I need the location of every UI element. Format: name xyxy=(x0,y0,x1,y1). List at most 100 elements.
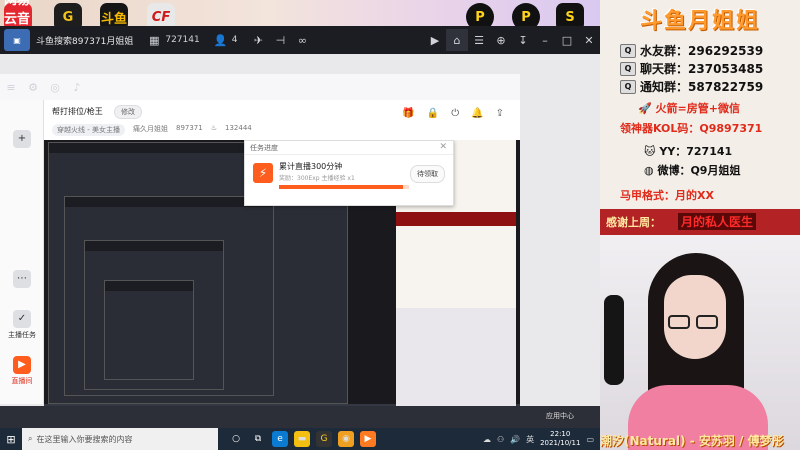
douyu-taskbar-icon[interactable]: ◉ xyxy=(338,431,354,447)
sidebar-item-room[interactable]: ▶ 直播间 xyxy=(0,356,44,386)
claim-button[interactable]: 待领取 xyxy=(410,165,445,183)
edit-title-button[interactable]: 修改 xyxy=(114,105,142,119)
taskbar-search[interactable]: ⌕ 在这里输入你要搜索的内容 xyxy=(22,428,218,450)
sidebar-add[interactable]: + xyxy=(0,130,44,150)
notification-icon[interactable]: ▭ xyxy=(586,435,594,444)
category-chip[interactable]: 穿越火线 - 美女主播 xyxy=(52,124,125,136)
lock-icon[interactable]: 🔒 xyxy=(427,108,439,119)
plane-icon[interactable]: ✈ xyxy=(247,29,269,51)
close-icon[interactable]: ✕ xyxy=(578,29,600,51)
player-window: ▣ 斗鱼搜索897371月姐姐 ▦ 727141 👤 4 ✈ ⊣ ∞ ▶ ⌂ ☰… xyxy=(0,26,600,450)
weibo-line: ◍ 微博：Q9月姐姐 xyxy=(644,162,740,178)
vest-line: 马甲格式：月的XX xyxy=(620,189,714,202)
stream-title: 帮打排位/枪王 xyxy=(52,107,103,116)
list-icon[interactable]: ☰ xyxy=(468,29,490,51)
thanks-label: 感谢上周： xyxy=(606,216,661,229)
lightning-icon: ⚡ xyxy=(253,163,273,183)
player-logo: ▣ xyxy=(4,29,30,51)
ime-icon[interactable]: 英 xyxy=(526,434,534,445)
menu-icon[interactable]: ≡ xyxy=(0,76,22,98)
windows-taskbar: ⊞ ⌕ 在这里输入你要搜索的内容 ○ ⧉ e ▬ G ◉ ▶ ☁ ⚇ 🔊 英 2… xyxy=(0,428,600,450)
bell-icon[interactable]: 🔔 xyxy=(471,108,483,119)
qq-group-icon: Q xyxy=(620,61,636,76)
taskbar-clock[interactable]: 22:10 2021/10/11 xyxy=(540,430,580,448)
home-icon[interactable]: ⌂ xyxy=(446,29,468,51)
power-icon[interactable]: ⏻ xyxy=(451,108,459,119)
minimize-icon[interactable]: – xyxy=(534,29,556,51)
link-icon[interactable]: ∞ xyxy=(291,29,313,51)
app-center-label[interactable]: 应用中心 xyxy=(546,411,574,421)
location-icon[interactable]: ◎ xyxy=(44,76,66,98)
yy-icon: 🐱 xyxy=(644,145,656,158)
group-label: 通知群： xyxy=(640,80,689,94)
settings-icon[interactable]: ⚙ xyxy=(22,76,44,98)
close-icon[interactable]: ✕ xyxy=(439,142,447,152)
microphone xyxy=(604,295,624,385)
task-progress-bar xyxy=(279,185,409,189)
share-icon[interactable]: ⇪ xyxy=(496,108,504,119)
network-icon[interactable]: ⚇ xyxy=(497,435,504,444)
rocket-icon: 🚀 xyxy=(638,102,652,115)
hot-icon: ♨ xyxy=(210,124,217,132)
folder-icon[interactable]: ▬ xyxy=(294,431,310,447)
volume-icon[interactable]: 🔊 xyxy=(510,435,520,444)
windows-start-icon[interactable]: ⊞ xyxy=(0,428,22,450)
clock-date: 2021/10/11 xyxy=(540,439,581,447)
hot-count: 132444 xyxy=(225,124,252,132)
search-icon: ⌕ xyxy=(28,434,33,443)
client-topbar: ≡ ⚙ ◎ ♪ xyxy=(0,74,520,100)
download-icon[interactable]: ↧ xyxy=(512,29,534,51)
webcam-view xyxy=(600,235,800,450)
song-caption: 潮汐(Natural) - 安苏羽 / 傅梦彤 xyxy=(600,434,784,448)
sidebar-item-more[interactable]: ⋯ xyxy=(0,270,44,290)
mic-icon[interactable]: ♪ xyxy=(66,76,88,98)
viewers-count: 727141 xyxy=(165,35,200,45)
group-chat: Q 聊天群： 237053485 xyxy=(620,60,763,77)
maximize-icon[interactable]: □ xyxy=(556,29,578,51)
sidebar-item-tasks[interactable]: ✓ 主播任务 xyxy=(0,310,44,340)
mirror-frame-4 xyxy=(104,280,194,380)
stream-header: 帮打排位/枪王 修改 穿越火线 - 美女主播 痛久月姐姐 897371 ♨ 13… xyxy=(44,100,520,140)
yy-text: YY：727141 xyxy=(659,145,733,158)
sidebar-item-label: 直播间 xyxy=(11,377,33,385)
qq-group-icon: Q xyxy=(620,43,636,58)
gift-icon[interactable]: 🎁 xyxy=(402,108,414,119)
player-titlebar: ▣ 斗鱼搜索897371月姐姐 ▦ 727141 👤 4 ✈ ⊣ ∞ ▶ ⌂ ☰… xyxy=(0,26,600,54)
streamer-name: 痛久月姐姐 xyxy=(132,125,168,133)
g-app-taskbar-icon[interactable]: G xyxy=(316,431,332,447)
system-tray: ☁ ⚇ 🔊 英 22:10 2021/10/11 ▭ xyxy=(483,430,600,448)
player-title: 斗鱼搜索897371月姐姐 xyxy=(36,36,134,47)
thanks-bar: 感谢上周： 月的私人医生 xyxy=(600,209,800,235)
user-icon: 👤 xyxy=(213,33,228,47)
group-label: 水友群： xyxy=(640,44,689,58)
group-label: 聊天群： xyxy=(640,62,689,76)
clock-time: 22:10 xyxy=(550,430,571,438)
qq-group-icon: Q xyxy=(620,79,636,94)
header-actions: 🎁 🔒 ⏻ 🔔 ⇪ xyxy=(402,108,504,119)
rocket-text: 火箭=房管+微信 xyxy=(655,102,740,115)
weibo-text: 微博：Q9月姐姐 xyxy=(657,164,741,177)
group-notice: Q 通知群： 587822759 xyxy=(620,78,763,95)
taskbar-search-placeholder: 在这里输入你要搜索的内容 xyxy=(36,434,133,444)
cloud-icon[interactable]: ☁ xyxy=(483,435,491,444)
mirror-thanks-bar xyxy=(396,212,516,226)
task-header: 任务进度 xyxy=(245,141,453,155)
thanks-value: 月的私人医生 xyxy=(678,213,757,230)
weibo-icon: ◍ xyxy=(644,164,654,177)
rocket-line: 🚀 火箭=房管+微信 xyxy=(638,100,740,116)
circle-icon[interactable]: ○ xyxy=(228,431,244,447)
clipboard-icon: ✓ xyxy=(13,310,31,328)
taskview-icon[interactable]: ⧉ xyxy=(250,431,266,447)
live-taskbar-icon[interactable]: ▶ xyxy=(360,431,376,447)
gamepad-icon[interactable]: ⊕ xyxy=(490,29,512,51)
members-count: 4 xyxy=(231,35,238,45)
task-progress-popup: 任务进度 ✕ ⚡ 累计直播300分钟 奖励：300Exp 主播经验 x1 待领取 xyxy=(244,140,454,206)
edge-icon[interactable]: e xyxy=(272,431,288,447)
group-number: 237053485 xyxy=(688,61,764,76)
client-sidebar: + ⋯ ✓ 主播任务 ▶ 直播间 xyxy=(0,100,44,404)
video-icon[interactable]: ▶ xyxy=(424,29,446,51)
player-bottom-bar: 应用中心 xyxy=(0,406,600,428)
yy-line: 🐱 YY：727141 xyxy=(644,143,732,159)
pin-icon[interactable]: ⊣ xyxy=(269,29,291,51)
group-fans: Q 水友群： 296292539 xyxy=(620,42,763,59)
